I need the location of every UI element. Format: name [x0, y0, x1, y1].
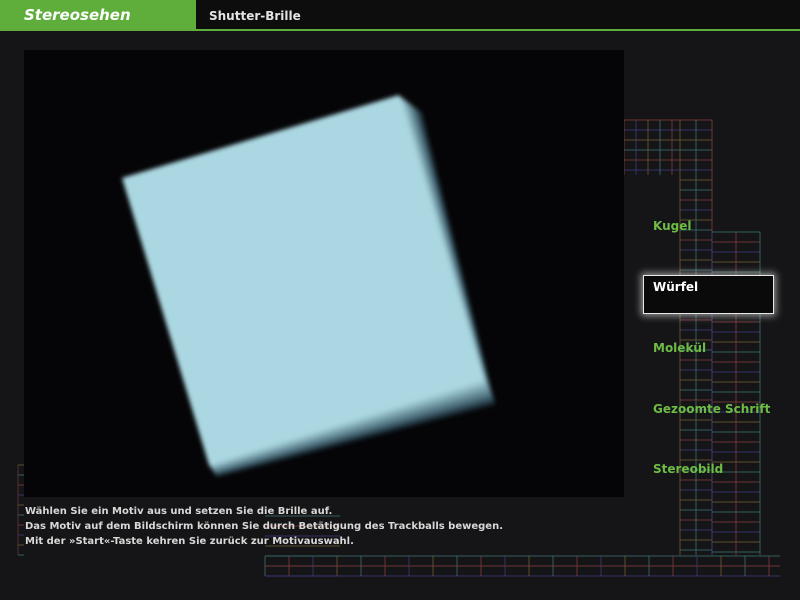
stereo-viewer[interactable]: [24, 50, 624, 497]
instruction-line: Das Motiv auf dem Bildschirm können Sie …: [25, 521, 503, 532]
instruction-line: Mit der »Start«-Taste kehren Sie zurück …: [25, 536, 354, 547]
menu-item-gezoomte-schrift[interactable]: Gezoomte Schrift: [653, 402, 770, 416]
cube-render: [122, 95, 496, 478]
menu-item-molekuel[interactable]: Molekül: [653, 341, 706, 355]
menu-item-wuerfel[interactable]: Würfel: [653, 280, 698, 294]
menu-item-kugel[interactable]: Kugel: [653, 219, 691, 233]
instruction-line: Wählen Sie ein Motiv aus und setzen Sie …: [25, 506, 333, 517]
menu-item-stereobild[interactable]: Stereobild: [653, 462, 723, 476]
